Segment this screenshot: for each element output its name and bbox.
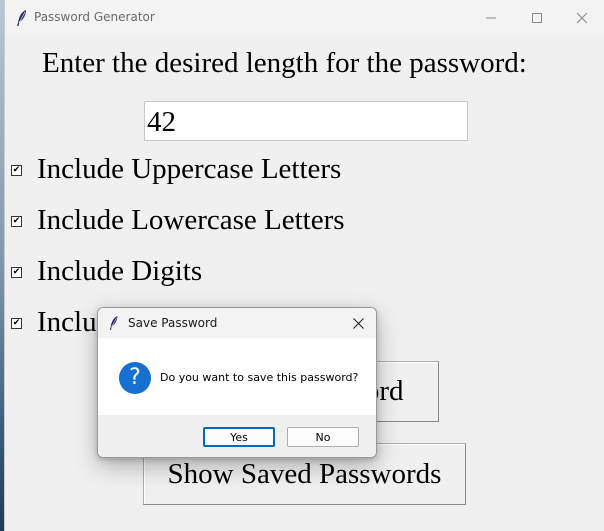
length-input[interactable]: 42 — [144, 101, 468, 141]
lowercase-label[interactable]: Include Lowercase Letters — [37, 204, 345, 237]
save-password-dialog: Save Password ? Do you want to save this… — [97, 307, 377, 458]
feather-icon — [17, 10, 26, 26]
close-button[interactable] — [559, 0, 604, 36]
uppercase-label[interactable]: Include Uppercase Letters — [37, 153, 341, 186]
maximize-button[interactable] — [514, 0, 560, 36]
no-button[interactable]: No — [287, 427, 359, 447]
dialog-footer: Yes No — [98, 415, 376, 457]
maximize-icon — [532, 13, 542, 23]
dialog-message: Do you want to save this password? — [160, 371, 359, 384]
digits-label[interactable]: Include Digits — [37, 255, 202, 288]
minimize-icon — [486, 17, 496, 19]
question-icon: ? — [119, 362, 151, 394]
window-title: Password Generator — [34, 10, 155, 24]
length-prompt-label: Enter the desired length for the passwor… — [42, 47, 527, 79]
feather-icon — [109, 316, 118, 330]
close-icon — [576, 12, 588, 24]
special-checkbox[interactable]: ✔ — [11, 318, 22, 329]
digits-checkbox[interactable]: ✔ — [11, 267, 22, 278]
lowercase-checkbox[interactable]: ✔ — [11, 216, 22, 227]
dialog-title-bar[interactable]: Save Password — [98, 308, 376, 338]
minimize-button[interactable] — [468, 0, 514, 36]
close-icon — [352, 317, 364, 329]
uppercase-checkbox[interactable]: ✔ — [11, 165, 22, 176]
dialog-close-button[interactable] — [344, 310, 372, 336]
yes-button[interactable]: Yes — [203, 427, 275, 447]
dialog-title: Save Password — [128, 316, 218, 330]
dialog-body: ? Do you want to save this password? — [98, 338, 376, 415]
title-bar[interactable]: Password Generator — [5, 0, 604, 36]
